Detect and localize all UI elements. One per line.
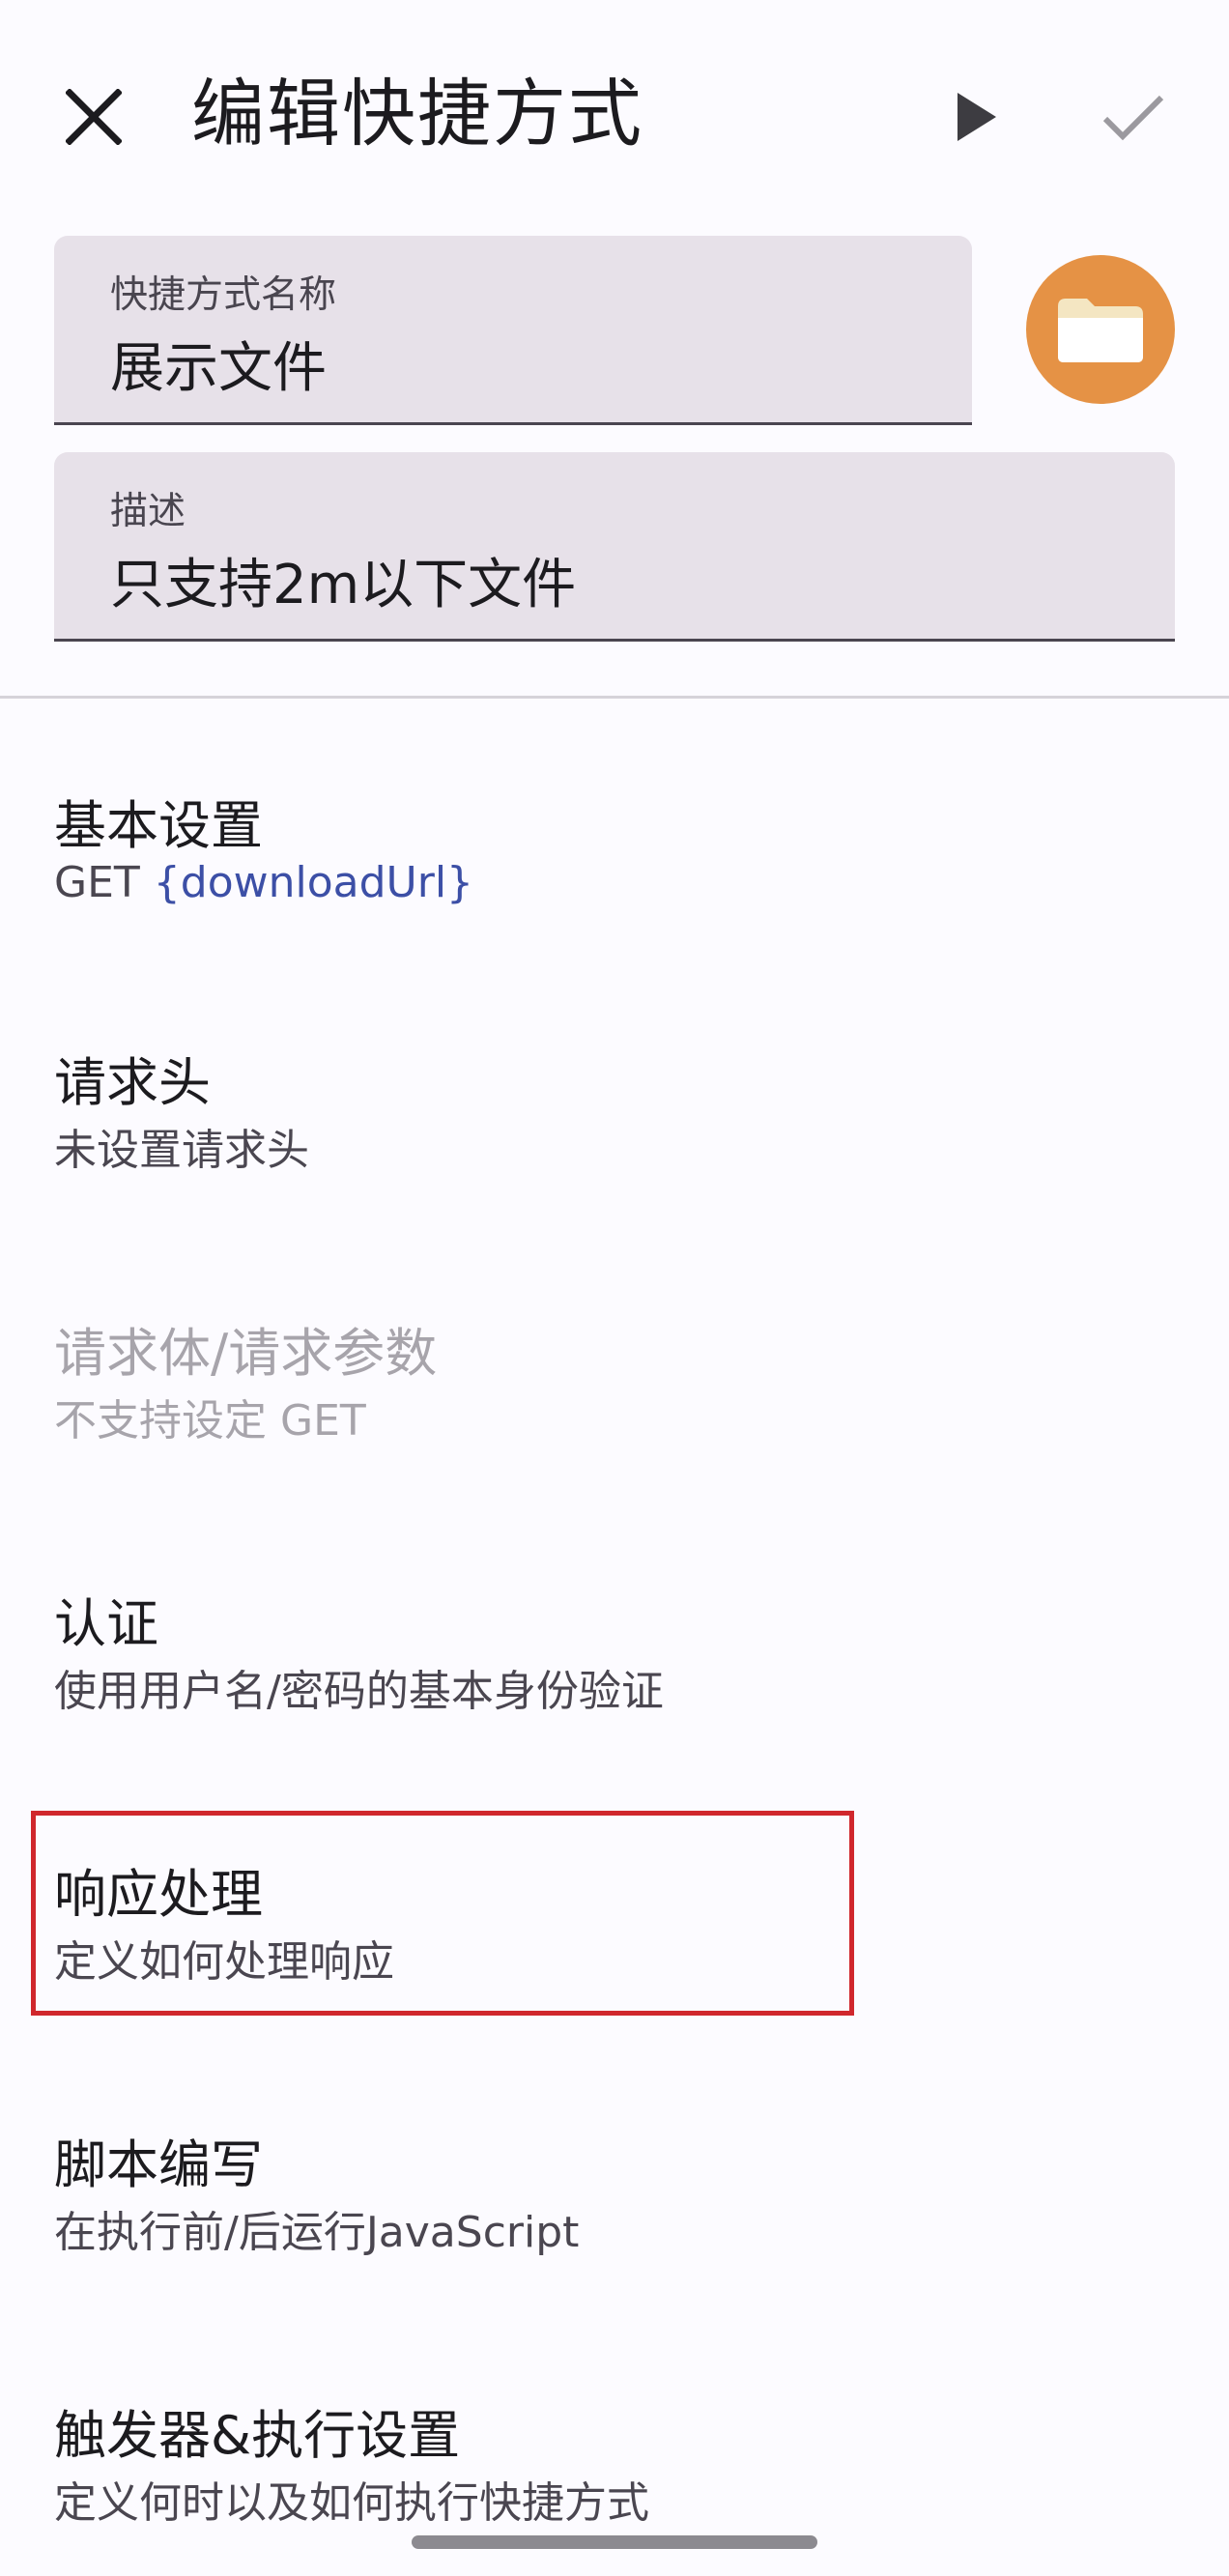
shortcut-name-value[interactable]: 展示文件 bbox=[110, 325, 327, 403]
section-divider bbox=[0, 696, 1229, 699]
shortcut-icon-button[interactable] bbox=[1026, 255, 1175, 404]
request-body-subtitle: 不支持设定 GET bbox=[54, 1396, 366, 1445]
list-item-basic-settings[interactable]: 基本设置 GET {downloadUrl} bbox=[0, 754, 1229, 966]
basic-settings-title: 基本设置 bbox=[54, 795, 263, 856]
headers-title: 请求头 bbox=[54, 1052, 211, 1113]
list-item-headers[interactable]: 请求头 未设置请求头 bbox=[0, 1011, 1229, 1223]
list-item-request-body: 请求体/请求参数 不支持设定 GET bbox=[0, 1281, 1229, 1494]
save-button[interactable] bbox=[1090, 75, 1177, 162]
description-label: 描述 bbox=[110, 490, 186, 533]
request-url: {downloadUrl} bbox=[153, 858, 474, 907]
list-item-response-handling[interactable]: 响应处理 定义如何处理响应 bbox=[0, 1822, 1229, 2035]
play-icon bbox=[956, 91, 998, 147]
request-method: GET bbox=[54, 858, 140, 907]
response-handling-subtitle: 定义如何处理响应 bbox=[54, 1937, 394, 1987]
authentication-title: 认证 bbox=[54, 1593, 158, 1654]
triggers-subtitle: 定义何时以及如何执行快捷方式 bbox=[54, 2478, 649, 2528]
list-item-authentication[interactable]: 认证 使用用户名/密码的基本身份验证 bbox=[0, 1552, 1229, 1764]
authentication-subtitle: 使用用户名/密码的基本身份验证 bbox=[54, 1667, 664, 1716]
home-indicator[interactable] bbox=[412, 2535, 817, 2549]
triggers-title: 触发器&执行设置 bbox=[54, 2405, 461, 2466]
request-body-title: 请求体/请求参数 bbox=[54, 1323, 438, 1384]
list-item-scripting[interactable]: 脚本编写 在执行前/后运行JavaScript bbox=[0, 2093, 1229, 2305]
close-icon bbox=[65, 88, 123, 149]
scripting-title: 脚本编写 bbox=[54, 2134, 263, 2195]
folder-icon bbox=[1052, 289, 1149, 370]
scripting-subtitle: 在执行前/后运行JavaScript bbox=[54, 2208, 580, 2257]
shortcut-name-label: 快捷方式名称 bbox=[110, 273, 337, 317]
shortcut-name-field[interactable]: 快捷方式名称 展示文件 bbox=[54, 236, 972, 425]
check-icon bbox=[1101, 92, 1165, 146]
page-title: 编辑快捷方式 bbox=[191, 71, 643, 157]
response-handling-title: 响应处理 bbox=[54, 1864, 263, 1925]
description-field[interactable]: 描述 只支持2m以下文件 bbox=[54, 452, 1175, 642]
description-value[interactable]: 只支持2m以下文件 bbox=[110, 541, 576, 619]
close-button[interactable] bbox=[50, 75, 137, 162]
top-app-bar: 编辑快捷方式 bbox=[0, 0, 1229, 228]
basic-settings-subtitle: GET {downloadUrl} bbox=[54, 858, 473, 907]
run-button[interactable] bbox=[933, 75, 1020, 162]
headers-subtitle: 未设置请求头 bbox=[54, 1126, 309, 1175]
